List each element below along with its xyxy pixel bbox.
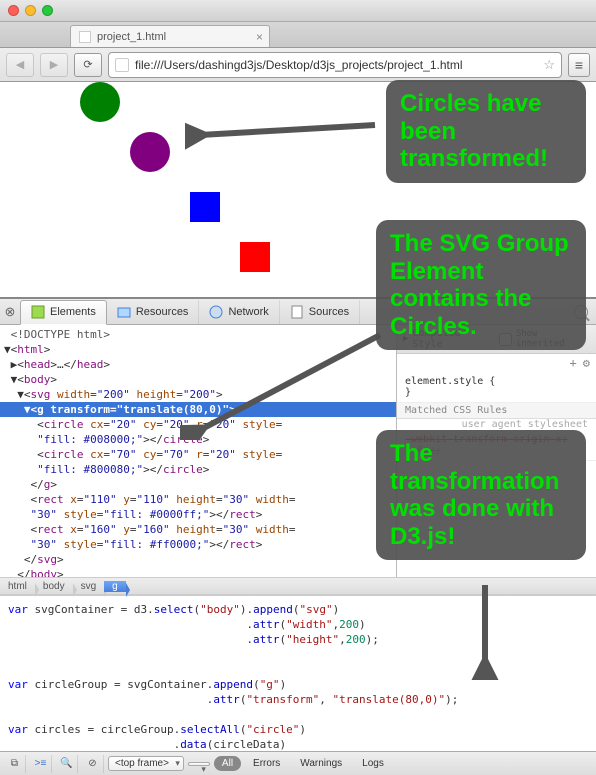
context-selector[interactable] [188,762,210,766]
browser-tab-strip: project_1.html × [0,22,596,48]
url-text: file:///Users/dashingd3js/Desktop/d3js_p… [135,58,463,72]
clear-console-icon[interactable]: ⊘ [82,755,104,773]
devtools-close-button[interactable]: ⊗ [0,304,20,320]
console-panel[interactable]: var svgContainer = d3.select("body").app… [0,595,596,751]
annotation-3: The transformation was done with D3.js! [376,430,586,560]
crumb-body[interactable]: body [35,581,73,592]
matched-rules-header: Matched CSS Rules [397,403,596,419]
annotation-1: Circles have been transformed! [386,80,586,183]
filter-logs[interactable]: Logs [354,756,392,771]
filter-warnings[interactable]: Warnings [292,756,350,771]
filter-errors[interactable]: Errors [245,756,288,771]
forward-button[interactable]: ▶ [40,53,68,77]
element-style-rule[interactable]: element.style { } [397,372,596,403]
browser-tab[interactable]: project_1.html × [70,25,270,47]
zoom-window-button[interactable] [42,5,53,16]
resources-icon [117,305,131,319]
traffic-lights [8,5,53,16]
dom-breadcrumbs: html body svg g [0,577,596,595]
add-rule-icon[interactable]: + [570,356,577,370]
rendered-svg [0,82,300,298]
frame-selector[interactable]: <top frame> [108,756,184,771]
crumb-svg[interactable]: svg [73,581,105,592]
back-button[interactable]: ◀ [6,53,34,77]
browser-toolbar: ◀ ▶ ⟳ file:///Users/dashingd3js/Desktop/… [0,48,596,82]
green-circle [80,82,120,122]
close-tab-icon[interactable]: × [256,30,263,44]
network-tab[interactable]: Network [199,300,279,324]
browser-menu-button[interactable]: ≡ [568,53,590,77]
dock-toggle-icon[interactable]: ⧉ [4,755,26,773]
file-icon [79,31,91,43]
styles-toolbar: + ⚙ [397,354,596,372]
show-console-icon[interactable]: >≡ [30,755,52,773]
toggle-state-icon[interactable]: ⚙ [583,356,590,370]
crumb-g[interactable]: g [104,581,126,592]
bookmark-star-icon[interactable]: ☆ [543,57,555,73]
close-window-button[interactable] [8,5,19,16]
page-icon [115,58,129,72]
devtools-footer: ⧉ >≡ 🔍 ⊘ <top frame> All Errors Warnings… [0,751,596,775]
red-square [240,242,270,272]
sources-icon [290,305,304,319]
footer-search-icon[interactable]: 🔍 [56,755,78,773]
window-titlebar [0,0,596,22]
purple-circle [130,132,170,172]
elements-tab[interactable]: Elements [20,300,107,325]
elements-icon [31,305,45,319]
minimize-window-button[interactable] [25,5,36,16]
sources-tab[interactable]: Sources [280,300,360,324]
blue-square [190,192,220,222]
crumb-html[interactable]: html [0,581,35,592]
dom-tree-panel[interactable]: <!DOCTYPE html> ▼<html> ▶<head>…</head> … [0,325,396,577]
resources-tab[interactable]: Resources [107,300,200,324]
annotation-2: The SVG Group Element contains the Circl… [376,220,586,350]
dom-highlighted-line[interactable]: ▼<g transform="translate(80,0)"> [0,402,396,417]
filter-all[interactable]: All [214,756,241,771]
tab-title: project_1.html [97,31,166,43]
reload-button[interactable]: ⟳ [74,53,102,77]
network-icon [209,305,223,319]
ua-stylesheet-label: user agent stylesheet [397,419,596,430]
address-bar[interactable]: file:///Users/dashingd3js/Desktop/d3js_p… [108,52,562,78]
